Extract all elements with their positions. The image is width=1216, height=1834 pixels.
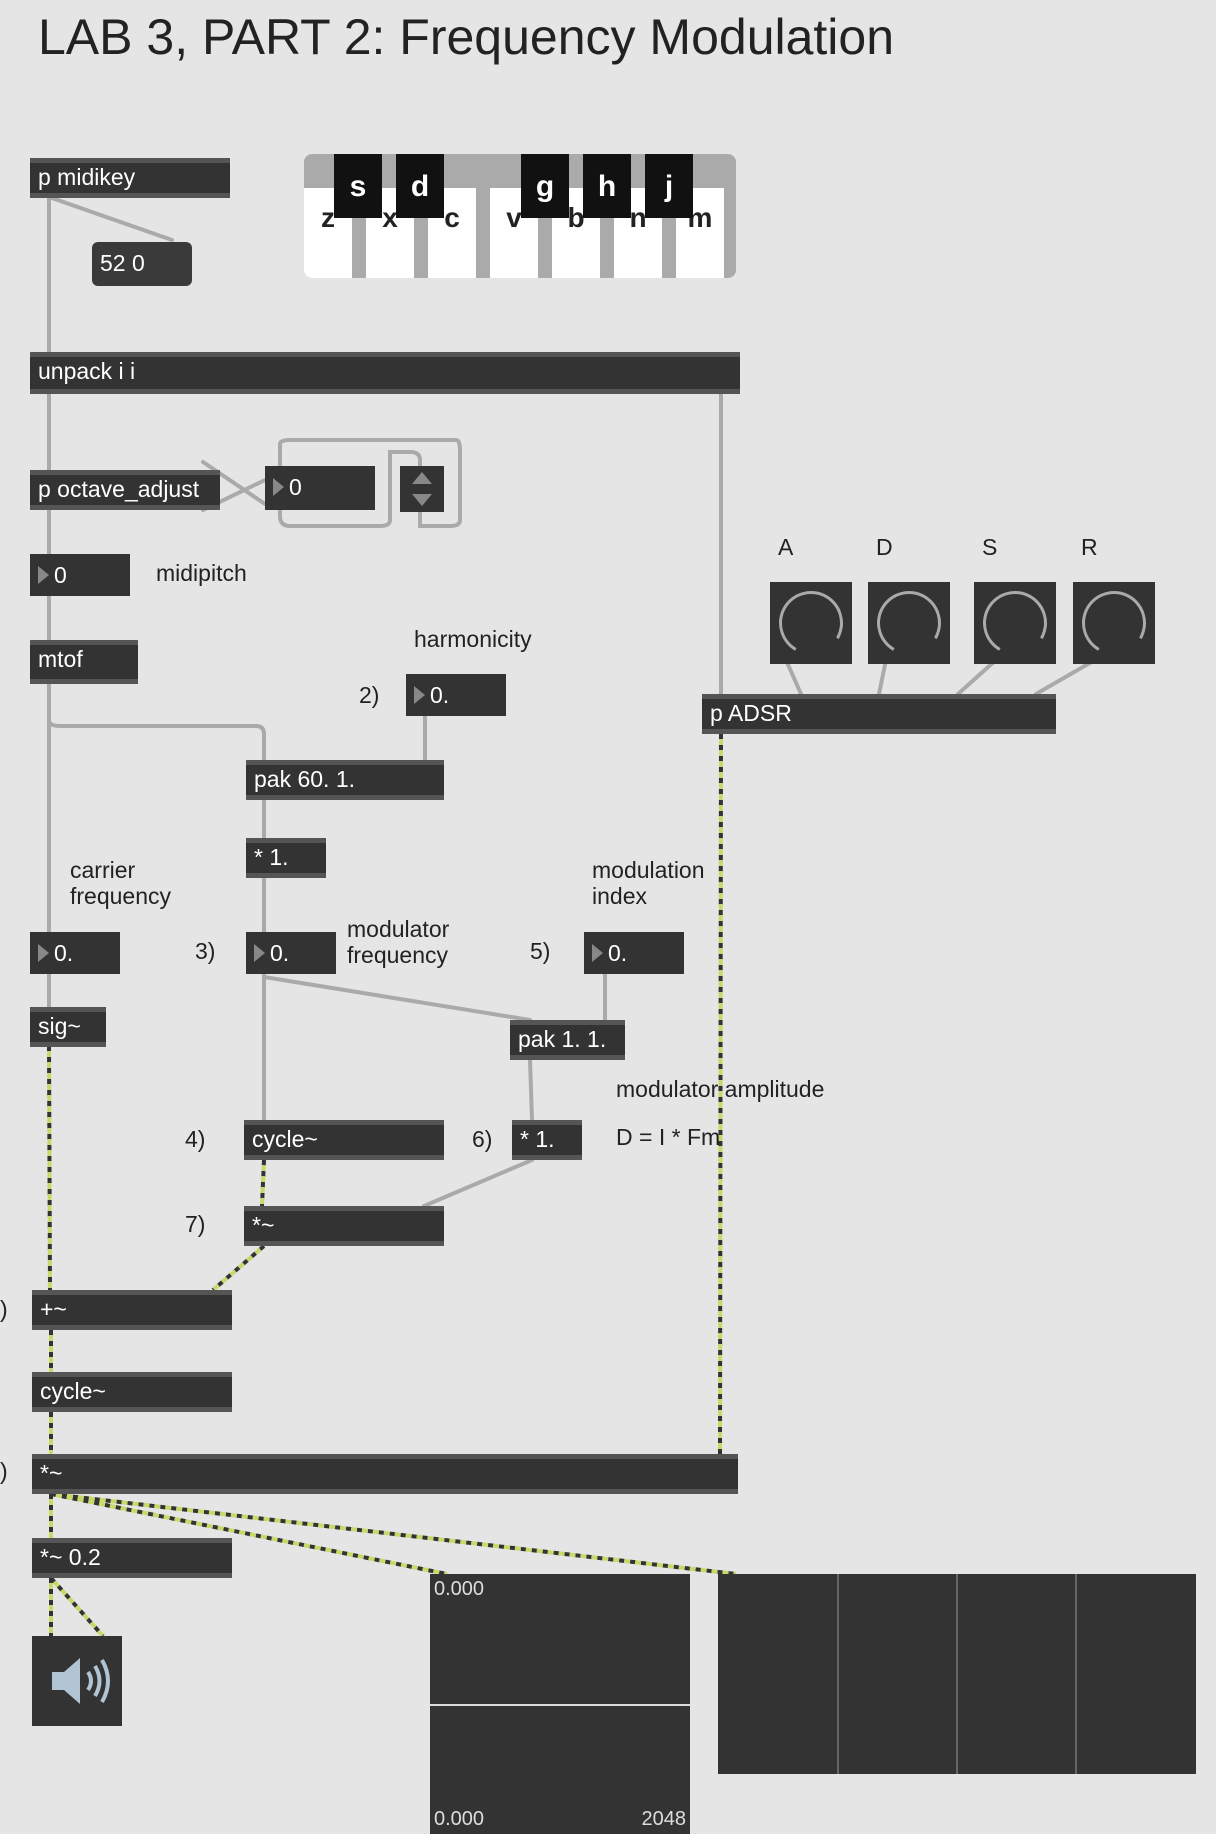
signal-multiply-object[interactable]: *~ <box>244 1206 444 1246</box>
midipitch-label: midipitch <box>156 560 247 586</box>
decay-dial-icon[interactable] <box>868 582 950 664</box>
sustain-label: S <box>982 534 998 560</box>
formula-label: D = I * Fm <box>616 1124 721 1150</box>
cord-dial-a <box>784 658 803 696</box>
release-label: R <box>1081 534 1098 560</box>
keyboard[interactable]: z x c v b n m s d g h j <box>304 154 736 278</box>
black-key[interactable]: d <box>396 154 444 218</box>
grid-line <box>1075 1574 1077 1774</box>
modulator-amplitude-label: modulator amplitude <box>616 1076 825 1102</box>
gain-object[interactable]: *~ 0.2 <box>32 1538 232 1578</box>
cycle-carrier-object[interactable]: cycle~ <box>32 1372 232 1412</box>
signal-add-object[interactable]: +~ <box>32 1290 232 1330</box>
envelope-multiply-object[interactable]: *~ <box>32 1454 738 1494</box>
scope-center-line <box>430 1704 690 1706</box>
patch-title: LAB 3, PART 2: Frequency Modulation <box>38 9 895 65</box>
cycle-modulator-object[interactable]: cycle~ <box>244 1120 444 1160</box>
cord-mul2-sigmul <box>422 1158 534 1208</box>
attack-label: A <box>778 534 794 560</box>
sustain-dial-icon[interactable] <box>974 582 1056 664</box>
multiply-amplitude-object[interactable]: * 1. <box>512 1120 582 1160</box>
decay-label: D <box>876 534 893 560</box>
scope-top-value: 0.000 <box>434 1578 485 1600</box>
spectroscope-display[interactable] <box>718 1574 1196 1774</box>
cord-pak2-mul2 <box>528 1058 534 1122</box>
speaker-icon[interactable] <box>32 1636 122 1726</box>
attack-dial-icon[interactable] <box>770 582 852 664</box>
grid-line <box>956 1574 958 1774</box>
pak-60-object[interactable]: pak 60. 1. <box>246 760 444 800</box>
mtof-object[interactable]: mtof <box>30 640 138 684</box>
step-2-label: 2) <box>359 682 380 708</box>
grid-line <box>837 1574 839 1774</box>
cut-off-label: ) <box>0 1458 8 1484</box>
step-3-label: 3) <box>195 938 216 964</box>
black-key[interactable]: s <box>334 154 382 218</box>
up-down-arrows-icon[interactable] <box>400 466 444 512</box>
modulator-frequency-label: modulator frequency <box>347 916 450 968</box>
step-4-label: 4) <box>185 1126 206 1152</box>
modulator-frequency-number-box[interactable]: 0. <box>246 932 336 974</box>
cord-dial-s <box>956 658 998 696</box>
black-key[interactable]: j <box>645 154 693 218</box>
cord-modfreq-pak2 <box>262 975 532 1022</box>
cut-off-label: ) <box>0 1296 8 1322</box>
sig-object[interactable]: sig~ <box>30 1007 106 1047</box>
multiply-object[interactable]: * 1. <box>246 838 326 878</box>
octave-adjust-object[interactable]: p octave_adjust <box>30 470 220 510</box>
oscilloscope-display[interactable]: 0.000 0.000 2048 <box>430 1574 690 1834</box>
scope-bottom-value: 0.000 <box>434 1808 485 1830</box>
cord-midikey-msg <box>47 195 174 242</box>
note-message-box[interactable]: 52 0 <box>92 242 192 286</box>
black-key[interactable]: g <box>521 154 569 218</box>
cord-mtof-pak1 <box>47 682 266 762</box>
octave-number-box[interactable]: 0 <box>265 466 375 510</box>
midipitch-number-box[interactable]: 0 <box>30 554 130 596</box>
release-dial-icon[interactable] <box>1073 582 1155 664</box>
cord-dial-d <box>877 658 888 696</box>
carrier-number-box[interactable]: 0. <box>30 932 120 974</box>
midikey-object[interactable]: p midikey <box>30 158 230 198</box>
adsr-object[interactable]: p ADSR <box>702 694 1056 734</box>
step-5-label: 5) <box>530 938 551 964</box>
step-6-label: 6) <box>472 1126 493 1152</box>
carrier-frequency-label: carrier frequency <box>70 857 172 909</box>
harmonicity-number-box[interactable]: 0. <box>406 674 506 716</box>
cord-dial-r <box>1034 658 1097 696</box>
black-key[interactable]: h <box>583 154 631 218</box>
step-7-label: 7) <box>185 1211 206 1237</box>
pak-1-object[interactable]: pak 1. 1. <box>510 1020 625 1060</box>
harmonicity-label: harmonicity <box>414 626 532 652</box>
scope-range-value: 2048 <box>641 1808 687 1830</box>
modulation-index-number-box[interactable]: 0. <box>584 932 684 974</box>
modulation-index-label: modulation index <box>592 857 705 909</box>
patcher-canvas: LAB 3, PART 2: Frequency Modulation z x … <box>0 0 1216 1834</box>
unpack-object[interactable]: unpack i i <box>30 352 740 394</box>
